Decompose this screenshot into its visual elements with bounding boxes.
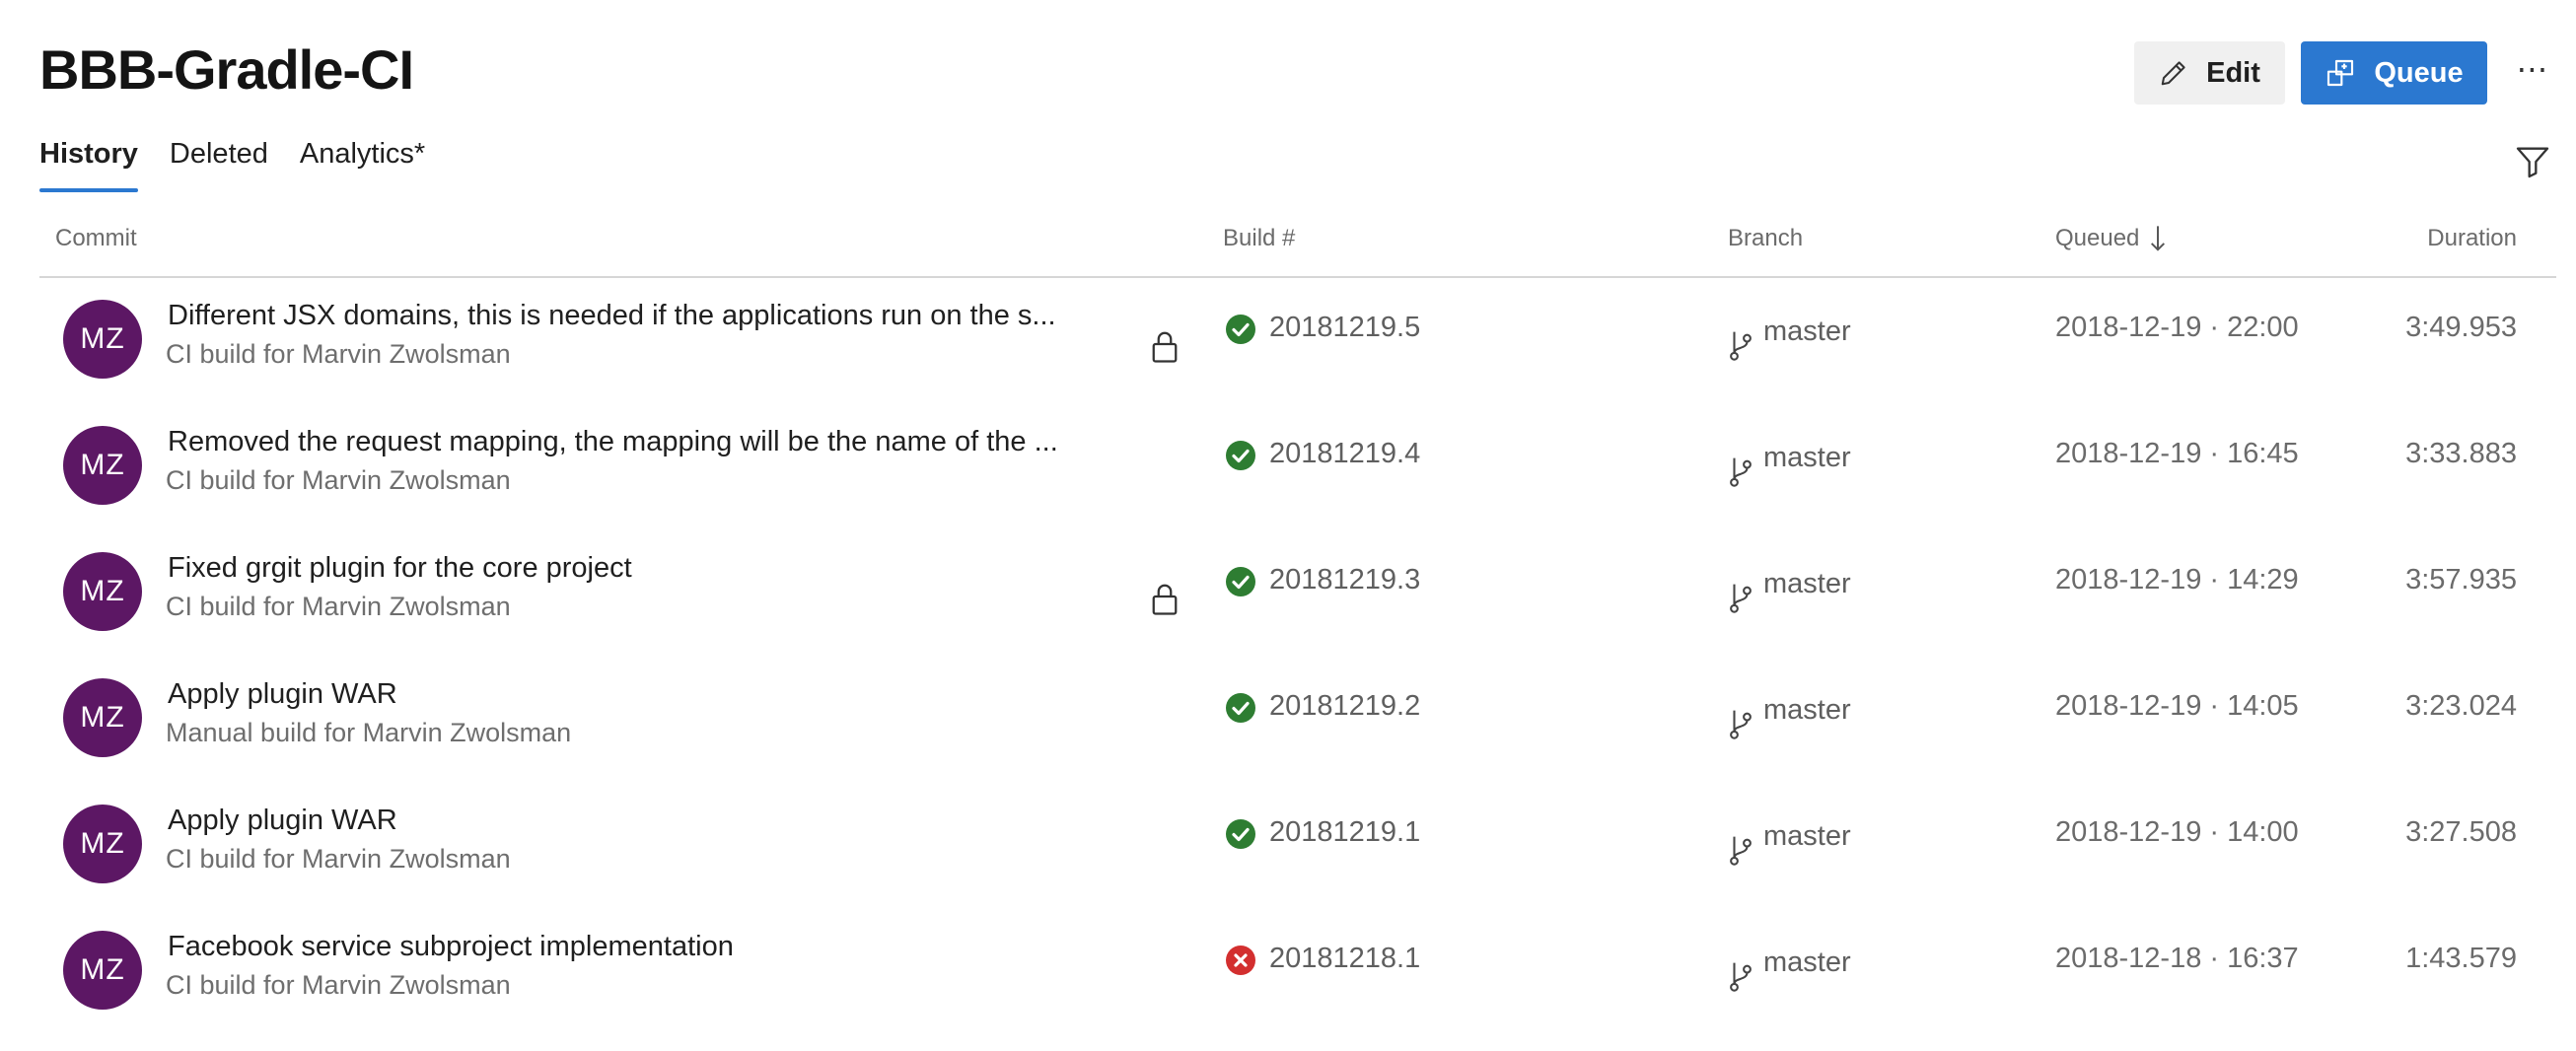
queued-time: 2018-12-19 · 14:05	[2055, 690, 2299, 722]
filter-icon[interactable]	[2513, 142, 2552, 181]
branch-name: master	[1763, 946, 1851, 978]
success-status-icon	[1225, 566, 1256, 597]
build-reason: Manual build for Marvin Zwolsman	[166, 718, 572, 747]
queue-label: Queue	[2374, 56, 2464, 89]
pencil-icon	[2161, 61, 2185, 86]
column-header-queued[interactable]: Queued	[2055, 225, 2167, 252]
success-status-icon	[1225, 314, 1256, 345]
build-number[interactable]: 20181219.5	[1269, 312, 1420, 344]
build-duration: 3:27.508	[2405, 816, 2517, 848]
table-row[interactable]: MZ Different JSX domains, this is needed …	[39, 278, 2556, 404]
table-row[interactable]: MZ Fixed grgit plugin for the core projec…	[39, 530, 2556, 657]
tab-bar: History Deleted Analytics*	[39, 138, 425, 192]
build-reason: CI build for Marvin Zwolsman	[166, 844, 511, 874]
branch-icon	[1728, 329, 1753, 361]
branch-name: master	[1763, 442, 1851, 473]
build-number[interactable]: 20181218.1	[1269, 943, 1420, 975]
branch-icon	[1728, 582, 1753, 613]
build-number[interactable]: 20181219.1	[1269, 816, 1420, 849]
build-duration: 1:43.579	[2405, 943, 2517, 974]
commit-title[interactable]: Apply plugin WAR	[168, 805, 1154, 837]
table-row[interactable]: MZ Apply plugin WAR Manual build for Marvi…	[39, 657, 2556, 783]
success-status-icon	[1225, 692, 1256, 724]
table-row[interactable]: MZ Facebook service subproject implementa…	[39, 909, 2556, 1035]
table-row[interactable]: MZ Removed the request mapping, the mappi…	[39, 404, 2556, 530]
edit-label: Edit	[2206, 56, 2260, 89]
tab-analytics[interactable]: Analytics*	[300, 138, 425, 192]
build-reason: CI build for Marvin Zwolsman	[166, 970, 511, 1000]
commit-title[interactable]: Different JSX domains, this is needed if…	[168, 300, 1154, 332]
build-reason: CI build for Marvin Zwolsman	[166, 339, 511, 369]
page-title: BBB-Gradle-CI	[39, 38, 414, 101]
avatar: MZ	[63, 426, 142, 505]
queue-button[interactable]: Queue	[2301, 41, 2487, 105]
column-header-commit[interactable]: Commit	[55, 225, 137, 252]
table-header: Commit Build # Branch Queued Duration	[39, 209, 2556, 278]
build-number[interactable]: 20181219.4	[1269, 438, 1420, 470]
queue-icon	[2327, 59, 2354, 87]
tab-history[interactable]: History	[39, 138, 138, 192]
queued-time: 2018-12-19 · 16:45	[2055, 438, 2299, 469]
avatar: MZ	[63, 805, 142, 883]
branch-name: master	[1763, 694, 1851, 726]
branch-icon	[1728, 708, 1753, 739]
more-actions-button[interactable]: ⋯	[2513, 49, 2552, 89]
queued-time: 2018-12-19 · 22:00	[2055, 312, 2299, 343]
commit-title[interactable]: Apply plugin WAR	[168, 678, 1154, 711]
branch-name: master	[1763, 820, 1851, 852]
build-number[interactable]: 20181219.2	[1269, 690, 1420, 723]
column-header-build[interactable]: Build #	[1223, 225, 1295, 252]
branch-icon	[1728, 960, 1753, 992]
branch-name: master	[1763, 315, 1851, 347]
lock-icon	[1150, 582, 1180, 615]
queued-time: 2018-12-19 · 14:00	[2055, 816, 2299, 848]
lock-icon	[1150, 329, 1180, 363]
queued-header-label: Queued	[2055, 225, 2140, 251]
sort-descending-icon	[2151, 226, 2166, 251]
column-header-duration[interactable]: Duration	[2382, 225, 2517, 252]
queued-time: 2018-12-18 · 16:37	[2055, 943, 2299, 974]
avatar: MZ	[63, 300, 142, 379]
avatar: MZ	[63, 552, 142, 631]
build-number[interactable]: 20181219.3	[1269, 564, 1420, 596]
branch-icon	[1728, 834, 1753, 866]
build-duration: 3:33.883	[2405, 438, 2517, 469]
tab-deleted[interactable]: Deleted	[170, 138, 268, 192]
success-status-icon	[1225, 440, 1256, 471]
branch-icon	[1728, 455, 1753, 487]
build-duration: 3:49.953	[2405, 312, 2517, 343]
commit-title[interactable]: Removed the request mapping, the mapping…	[168, 426, 1154, 458]
failed-status-icon	[1225, 945, 1256, 976]
build-duration: 3:23.024	[2405, 690, 2517, 722]
commit-title[interactable]: Fixed grgit plugin for the core project	[168, 552, 1154, 585]
table-row[interactable]: MZ Apply plugin WAR CI build for Marvin Zw…	[39, 783, 2556, 909]
avatar: MZ	[63, 931, 142, 1010]
queued-time: 2018-12-19 · 14:29	[2055, 564, 2299, 596]
build-reason: CI build for Marvin Zwolsman	[166, 592, 511, 621]
edit-button[interactable]: Edit	[2134, 41, 2285, 105]
build-reason: CI build for Marvin Zwolsman	[166, 465, 511, 495]
column-header-branch[interactable]: Branch	[1728, 225, 1803, 252]
build-duration: 3:57.935	[2405, 564, 2517, 596]
branch-name: master	[1763, 568, 1851, 599]
success-status-icon	[1225, 818, 1256, 850]
avatar: MZ	[63, 678, 142, 757]
commit-title[interactable]: Facebook service subproject implementati…	[168, 931, 1154, 963]
